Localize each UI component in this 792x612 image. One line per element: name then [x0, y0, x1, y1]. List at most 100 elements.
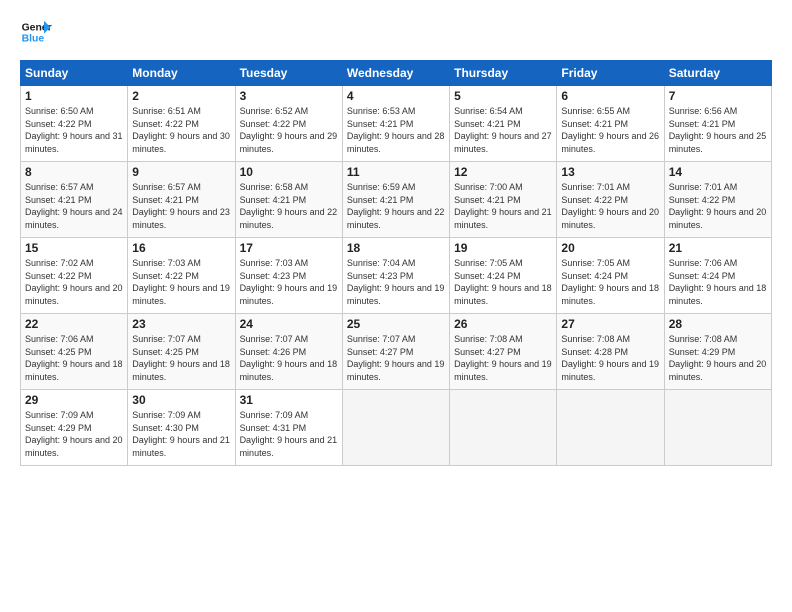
day-info: Sunrise: 6:54 AMSunset: 4:21 PMDaylight:… — [454, 106, 552, 154]
day-number: 9 — [132, 165, 230, 179]
day-cell-27: 27 Sunrise: 7:08 AMSunset: 4:28 PMDaylig… — [557, 314, 664, 390]
day-number: 24 — [240, 317, 338, 331]
day-info: Sunrise: 7:01 AMSunset: 4:22 PMDaylight:… — [561, 182, 659, 230]
day-cell-3: 3 Sunrise: 6:52 AMSunset: 4:22 PMDayligh… — [235, 86, 342, 162]
day-cell-16: 16 Sunrise: 7:03 AMSunset: 4:22 PMDaylig… — [128, 238, 235, 314]
day-number: 31 — [240, 393, 338, 407]
day-info: Sunrise: 7:09 AMSunset: 4:31 PMDaylight:… — [240, 410, 338, 458]
day-number: 16 — [132, 241, 230, 255]
day-number: 27 — [561, 317, 659, 331]
day-info: Sunrise: 7:05 AMSunset: 4:24 PMDaylight:… — [561, 258, 659, 306]
empty-cell — [557, 390, 664, 466]
col-header-friday: Friday — [557, 61, 664, 86]
day-info: Sunrise: 6:52 AMSunset: 4:22 PMDaylight:… — [240, 106, 338, 154]
week-row-4: 22 Sunrise: 7:06 AMSunset: 4:25 PMDaylig… — [21, 314, 772, 390]
day-number: 2 — [132, 89, 230, 103]
logo-icon: General Blue — [20, 16, 52, 48]
day-number: 19 — [454, 241, 552, 255]
day-cell-20: 20 Sunrise: 7:05 AMSunset: 4:24 PMDaylig… — [557, 238, 664, 314]
week-row-3: 15 Sunrise: 7:02 AMSunset: 4:22 PMDaylig… — [21, 238, 772, 314]
day-cell-9: 9 Sunrise: 6:57 AMSunset: 4:21 PMDayligh… — [128, 162, 235, 238]
day-info: Sunrise: 6:59 AMSunset: 4:21 PMDaylight:… — [347, 182, 445, 230]
day-number: 30 — [132, 393, 230, 407]
day-cell-17: 17 Sunrise: 7:03 AMSunset: 4:23 PMDaylig… — [235, 238, 342, 314]
day-info: Sunrise: 7:09 AMSunset: 4:30 PMDaylight:… — [132, 410, 230, 458]
day-cell-21: 21 Sunrise: 7:06 AMSunset: 4:24 PMDaylig… — [664, 238, 771, 314]
empty-cell — [664, 390, 771, 466]
col-header-sunday: Sunday — [21, 61, 128, 86]
day-cell-26: 26 Sunrise: 7:08 AMSunset: 4:27 PMDaylig… — [450, 314, 557, 390]
day-cell-8: 8 Sunrise: 6:57 AMSunset: 4:21 PMDayligh… — [21, 162, 128, 238]
day-cell-31: 31 Sunrise: 7:09 AMSunset: 4:31 PMDaylig… — [235, 390, 342, 466]
day-number: 15 — [25, 241, 123, 255]
day-number: 25 — [347, 317, 445, 331]
day-cell-24: 24 Sunrise: 7:07 AMSunset: 4:26 PMDaylig… — [235, 314, 342, 390]
day-number: 7 — [669, 89, 767, 103]
day-cell-22: 22 Sunrise: 7:06 AMSunset: 4:25 PMDaylig… — [21, 314, 128, 390]
day-number: 29 — [25, 393, 123, 407]
day-number: 23 — [132, 317, 230, 331]
day-info: Sunrise: 6:53 AMSunset: 4:21 PMDaylight:… — [347, 106, 445, 154]
day-info: Sunrise: 7:02 AMSunset: 4:22 PMDaylight:… — [25, 258, 123, 306]
day-info: Sunrise: 7:03 AMSunset: 4:22 PMDaylight:… — [132, 258, 230, 306]
day-number: 5 — [454, 89, 552, 103]
col-header-wednesday: Wednesday — [342, 61, 449, 86]
day-number: 8 — [25, 165, 123, 179]
day-info: Sunrise: 7:08 AMSunset: 4:28 PMDaylight:… — [561, 334, 659, 382]
day-cell-15: 15 Sunrise: 7:02 AMSunset: 4:22 PMDaylig… — [21, 238, 128, 314]
day-cell-1: 1 Sunrise: 6:50 AMSunset: 4:22 PMDayligh… — [21, 86, 128, 162]
day-info: Sunrise: 7:07 AMSunset: 4:25 PMDaylight:… — [132, 334, 230, 382]
day-number: 6 — [561, 89, 659, 103]
col-header-monday: Monday — [128, 61, 235, 86]
day-cell-23: 23 Sunrise: 7:07 AMSunset: 4:25 PMDaylig… — [128, 314, 235, 390]
week-row-2: 8 Sunrise: 6:57 AMSunset: 4:21 PMDayligh… — [21, 162, 772, 238]
col-header-tuesday: Tuesday — [235, 61, 342, 86]
day-number: 3 — [240, 89, 338, 103]
day-cell-7: 7 Sunrise: 6:56 AMSunset: 4:21 PMDayligh… — [664, 86, 771, 162]
day-info: Sunrise: 6:55 AMSunset: 4:21 PMDaylight:… — [561, 106, 659, 154]
col-header-thursday: Thursday — [450, 61, 557, 86]
page: General Blue SundayMondayTuesdayWednesda… — [0, 0, 792, 476]
svg-text:Blue: Blue — [22, 34, 45, 45]
empty-cell — [450, 390, 557, 466]
day-info: Sunrise: 7:08 AMSunset: 4:27 PMDaylight:… — [454, 334, 552, 382]
day-info: Sunrise: 7:06 AMSunset: 4:24 PMDaylight:… — [669, 258, 767, 306]
day-cell-19: 19 Sunrise: 7:05 AMSunset: 4:24 PMDaylig… — [450, 238, 557, 314]
week-row-1: 1 Sunrise: 6:50 AMSunset: 4:22 PMDayligh… — [21, 86, 772, 162]
day-cell-25: 25 Sunrise: 7:07 AMSunset: 4:27 PMDaylig… — [342, 314, 449, 390]
day-number: 18 — [347, 241, 445, 255]
calendar-table: SundayMondayTuesdayWednesdayThursdayFrid… — [20, 60, 772, 466]
day-number: 11 — [347, 165, 445, 179]
day-info: Sunrise: 7:08 AMSunset: 4:29 PMDaylight:… — [669, 334, 767, 382]
day-info: Sunrise: 6:57 AMSunset: 4:21 PMDaylight:… — [132, 182, 230, 230]
day-number: 4 — [347, 89, 445, 103]
day-number: 10 — [240, 165, 338, 179]
day-number: 21 — [669, 241, 767, 255]
day-cell-13: 13 Sunrise: 7:01 AMSunset: 4:22 PMDaylig… — [557, 162, 664, 238]
week-row-5: 29 Sunrise: 7:09 AMSunset: 4:29 PMDaylig… — [21, 390, 772, 466]
empty-cell — [342, 390, 449, 466]
day-cell-30: 30 Sunrise: 7:09 AMSunset: 4:30 PMDaylig… — [128, 390, 235, 466]
day-info: Sunrise: 7:09 AMSunset: 4:29 PMDaylight:… — [25, 410, 123, 458]
day-info: Sunrise: 6:51 AMSunset: 4:22 PMDaylight:… — [132, 106, 230, 154]
day-cell-18: 18 Sunrise: 7:04 AMSunset: 4:23 PMDaylig… — [342, 238, 449, 314]
day-info: Sunrise: 6:56 AMSunset: 4:21 PMDaylight:… — [669, 106, 767, 154]
day-info: Sunrise: 7:05 AMSunset: 4:24 PMDaylight:… — [454, 258, 552, 306]
day-info: Sunrise: 7:06 AMSunset: 4:25 PMDaylight:… — [25, 334, 123, 382]
header-row: SundayMondayTuesdayWednesdayThursdayFrid… — [21, 61, 772, 86]
day-info: Sunrise: 7:07 AMSunset: 4:26 PMDaylight:… — [240, 334, 338, 382]
day-info: Sunrise: 7:00 AMSunset: 4:21 PMDaylight:… — [454, 182, 552, 230]
day-cell-12: 12 Sunrise: 7:00 AMSunset: 4:21 PMDaylig… — [450, 162, 557, 238]
col-header-saturday: Saturday — [664, 61, 771, 86]
day-info: Sunrise: 6:58 AMSunset: 4:21 PMDaylight:… — [240, 182, 338, 230]
day-info: Sunrise: 7:01 AMSunset: 4:22 PMDaylight:… — [669, 182, 767, 230]
day-number: 28 — [669, 317, 767, 331]
day-number: 26 — [454, 317, 552, 331]
header: General Blue — [20, 16, 772, 48]
logo: General Blue — [20, 16, 52, 48]
day-cell-11: 11 Sunrise: 6:59 AMSunset: 4:21 PMDaylig… — [342, 162, 449, 238]
day-number: 1 — [25, 89, 123, 103]
day-cell-14: 14 Sunrise: 7:01 AMSunset: 4:22 PMDaylig… — [664, 162, 771, 238]
day-cell-2: 2 Sunrise: 6:51 AMSunset: 4:22 PMDayligh… — [128, 86, 235, 162]
day-number: 17 — [240, 241, 338, 255]
